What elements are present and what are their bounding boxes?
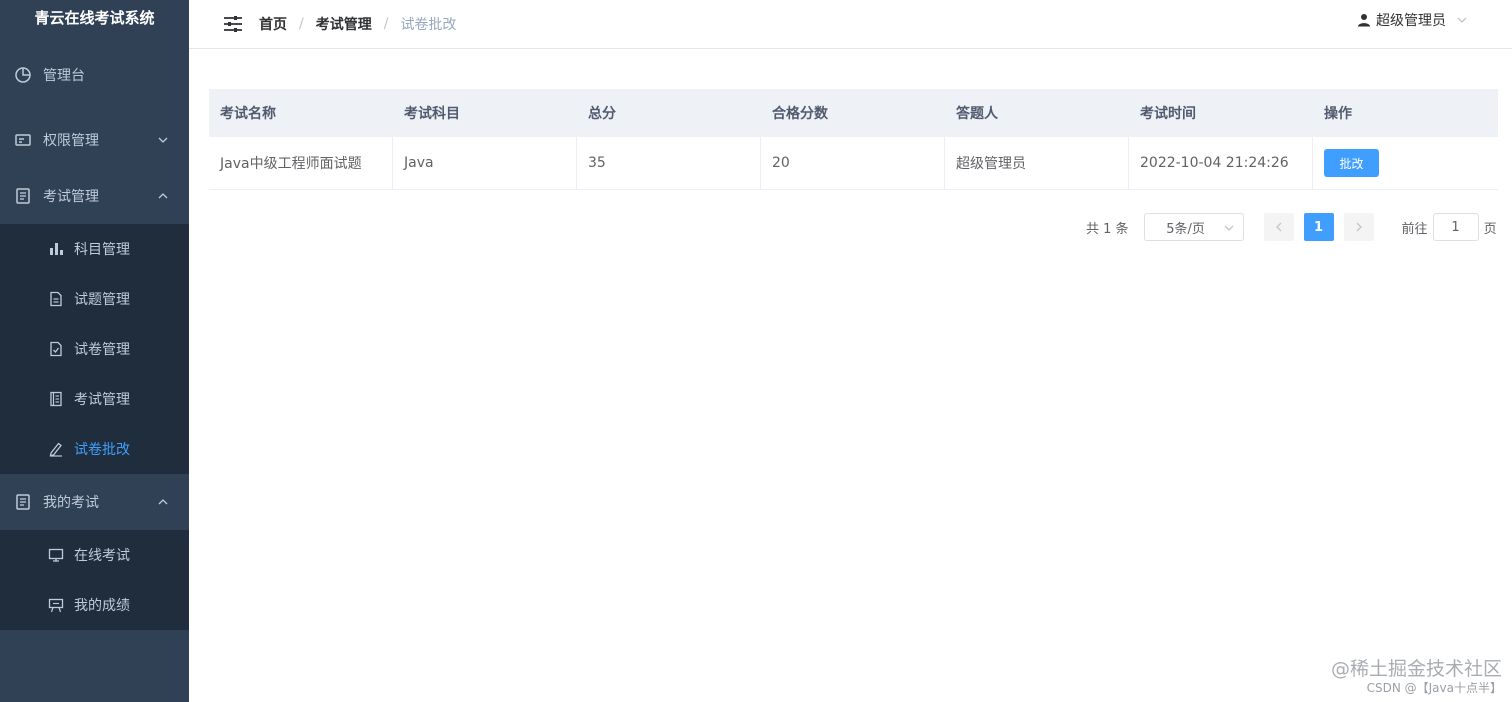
- breadcrumb: 首页 / 考试管理 / 试卷批改: [259, 14, 456, 34]
- sidebar-item-label: 我的成绩: [74, 598, 130, 614]
- sidebar-item-label: 考试管理: [74, 392, 130, 408]
- sidebar-item-label: 试卷批改: [74, 442, 130, 458]
- pie-chart-icon: [14, 66, 32, 84]
- watermark-line-2: CSDN @【Java十点半】: [1366, 681, 1502, 695]
- sidebar-item-label: 我的考试: [43, 495, 99, 511]
- cell-total-score: 35: [577, 137, 761, 189]
- pagination: 共 1 条 5条/页 1 前往 1 页: [1086, 213, 1497, 241]
- chevron-up-icon: [157, 190, 169, 202]
- column-header: 操作: [1324, 106, 1352, 122]
- header: 首页 / 考试管理 / 试卷批改 超级管理员: [189, 0, 1512, 49]
- chevron-down-icon: [1456, 14, 1468, 26]
- breadcrumb-current: 试卷批改: [400, 17, 457, 33]
- document-icon: [14, 187, 32, 205]
- column-header: 答题人: [956, 106, 998, 122]
- sidebar-item-label: 考试管理: [43, 189, 99, 205]
- sidebar-item-grading[interactable]: 试卷批改: [0, 424, 189, 474]
- page-number-current[interactable]: 1: [1303, 213, 1334, 241]
- table-header: 考试名称 考试科目 总分 合格分数 答题人 考试时间 操作: [209, 89, 1498, 137]
- sidebar-item-exam-management[interactable]: 考试管理: [0, 168, 189, 224]
- chevron-left-icon: [1275, 222, 1282, 232]
- edit-pen-icon: [48, 441, 64, 457]
- sidebar-item-label: 在线考试: [74, 548, 130, 564]
- submenu-exam-management: 科目管理 试题管理 试卷管理 考试管理 试卷批改: [0, 224, 189, 474]
- sidebar-item-permissions[interactable]: 权限管理: [0, 112, 189, 168]
- watermark: @稀土掘金技术社区 CSDN @【Java十点半】: [1331, 659, 1502, 696]
- presentation-board-icon: [48, 597, 64, 613]
- chevron-up-icon: [157, 496, 169, 508]
- file-check-icon: [48, 341, 64, 357]
- bar-chart-icon: [48, 241, 64, 257]
- page-size-select[interactable]: 5条/页: [1143, 213, 1244, 241]
- goto-prefix: 前往: [1401, 221, 1428, 237]
- submenu-my-exams: 在线考试 我的成绩: [0, 530, 189, 630]
- sliders-icon[interactable]: [223, 14, 243, 34]
- sidebar-item-my-scores[interactable]: 我的成绩: [0, 580, 189, 630]
- chevron-right-icon: [1356, 222, 1362, 232]
- sidebar-item-label: 权限管理: [43, 133, 99, 149]
- pagination-total: 共 1 条: [1086, 221, 1129, 237]
- cell-actions: 批改: [1313, 137, 1498, 189]
- chevron-down-icon: [157, 134, 169, 146]
- sidebar-item-label: 管理台: [43, 67, 85, 84]
- breadcrumb-separator: /: [299, 16, 304, 32]
- grading-table: 考试名称 考试科目 总分 合格分数 答题人 考试时间 操作 Java中级工程师面…: [209, 89, 1498, 190]
- breadcrumb-home[interactable]: 首页: [259, 14, 287, 34]
- cell-subject: Java: [393, 137, 577, 189]
- document-icon: [14, 493, 32, 511]
- id-card-icon: [14, 131, 32, 149]
- monitor-icon: [48, 547, 64, 563]
- app-title: 青云在线考试系统: [34, 9, 155, 27]
- table-row: Java中级工程师面试题 Java 35 20 超级管理员 2022-10-04…: [209, 137, 1498, 189]
- watermark-line-1: @稀土掘金技术社区: [1330, 658, 1502, 680]
- file-text-icon: [48, 291, 64, 307]
- sidebar-item-label: 科目管理: [74, 242, 130, 258]
- column-header: 考试时间: [1140, 106, 1196, 122]
- user-icon: [1357, 13, 1371, 27]
- cell-exam-time: 2022-10-04 21:24:26: [1129, 137, 1313, 189]
- sidebar-item-papers[interactable]: 试卷管理: [0, 324, 189, 374]
- cell-examinee: 超级管理员: [945, 137, 1129, 189]
- notebook-icon: [48, 391, 64, 407]
- next-page-button[interactable]: [1343, 213, 1374, 241]
- user-menu[interactable]: 超级管理员: [1357, 0, 1468, 40]
- cell-exam-name: Java中级工程师面试题: [209, 137, 393, 189]
- column-header: 合格分数: [772, 106, 828, 122]
- sidebar-item-label: 试卷管理: [74, 342, 130, 358]
- column-header: 考试名称: [220, 106, 276, 122]
- goto-page-input[interactable]: 1: [1432, 213, 1479, 241]
- chevron-down-icon: [1223, 222, 1235, 234]
- sidebar-item-questions[interactable]: 试题管理: [0, 274, 189, 324]
- breadcrumb-separator: /: [383, 16, 389, 32]
- column-header: 考试科目: [404, 106, 460, 122]
- prev-page-button[interactable]: [1263, 213, 1294, 241]
- sidebar-item-dashboard[interactable]: 管理台: [0, 37, 189, 112]
- user-name: 超级管理员: [1376, 13, 1446, 29]
- sidebar-item-online-exam[interactable]: 在线考试: [0, 530, 189, 580]
- breadcrumb-exam-management[interactable]: 考试管理: [316, 14, 372, 34]
- page-goto: 前往 1 页: [1402, 213, 1497, 241]
- sidebar-item-subjects[interactable]: 科目管理: [0, 224, 189, 274]
- goto-suffix: 页: [1483, 221, 1497, 237]
- sidebar-item-exams[interactable]: 考试管理: [0, 374, 189, 424]
- sidebar: 青云在线考试系统 管理台 权限管理 考试管理 科目管理 试题管理 试卷管理 考试…: [0, 0, 189, 702]
- column-header: 总分: [588, 106, 616, 122]
- cell-pass-score: 20: [761, 137, 945, 189]
- sidebar-item-label: 试题管理: [74, 292, 130, 308]
- page-size-value: 5条/页: [1166, 221, 1205, 237]
- sidebar-item-my-exams[interactable]: 我的考试: [0, 474, 189, 530]
- grade-button[interactable]: 批改: [1324, 149, 1379, 177]
